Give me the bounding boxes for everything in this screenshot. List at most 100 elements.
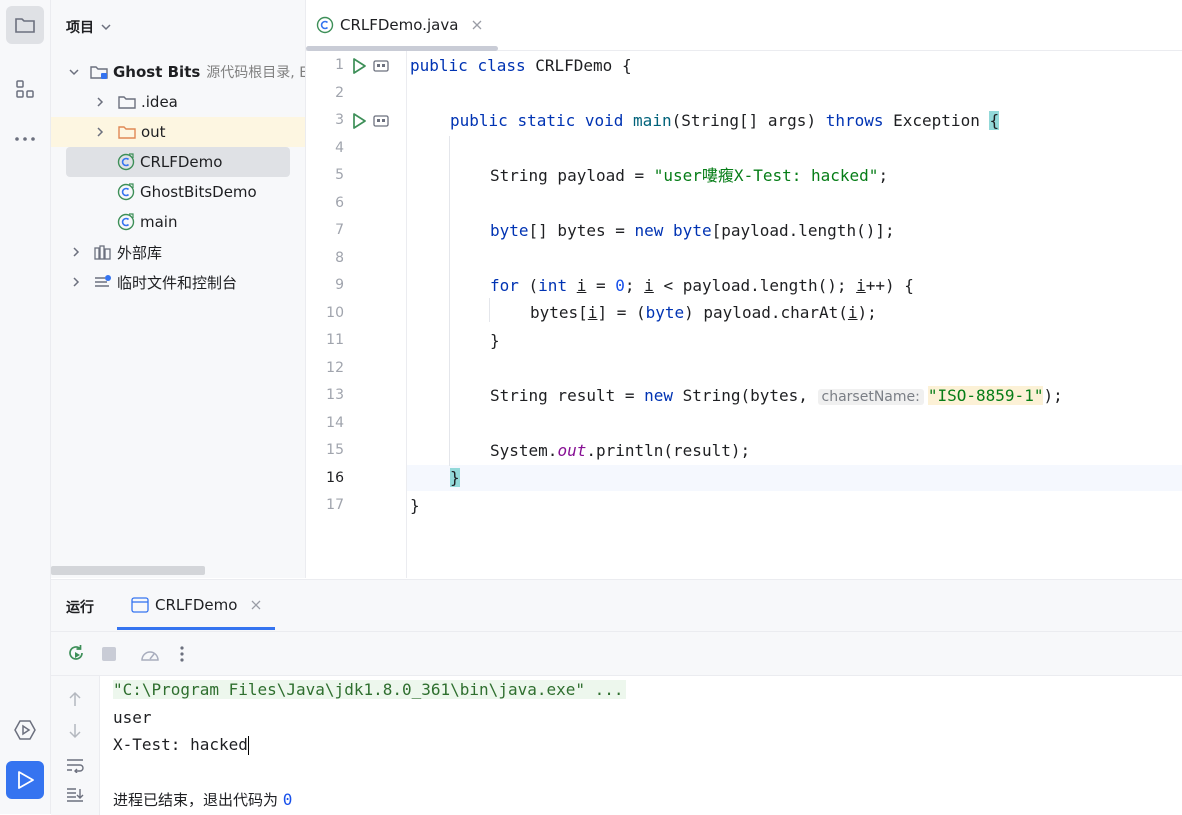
run-tab-crlfdemo[interactable]: CRLFDemo [131,596,261,614]
code-token: i [847,303,858,322]
code-token: [] bytes = [528,221,635,240]
code-line-5[interactable]: String payload = "user嘍癁X-Test: hacked"; [490,165,888,187]
run-icon [18,771,34,789]
chevron-right-icon[interactable] [68,244,84,260]
line-number: 17 [326,497,344,513]
structure-tool-button[interactable] [6,70,44,108]
profiler-button[interactable] [139,643,161,665]
code-line-9[interactable]: for (int i = 0; i < payload.length(); i+… [490,275,914,297]
console-line: X-Test: hacked [113,733,249,757]
folder-icon [118,93,136,111]
tree-item-label: out [141,123,166,141]
rerun-button[interactable] [65,643,87,665]
code-line-17[interactable]: } [410,495,420,517]
method-gutter-icon[interactable] [373,114,389,128]
editor-gutter: 1 2 3 4 5 6 7 8 9 10 11 12 13 14 15 16 1… [306,51,406,578]
code-token: bytes[ [530,303,588,322]
code-token: = [586,276,616,295]
project-header[interactable]: 项目 [66,17,112,37]
java-class-icon [117,213,135,231]
services-tool-button[interactable] [6,711,44,749]
scroll-down-button[interactable] [64,720,86,742]
line-number: 6 [335,195,344,211]
code-line-7[interactable]: byte[] bytes = new byte[payload.length()… [490,220,895,242]
run-tab-underline [117,627,275,630]
code-token: public [450,111,508,130]
code-token: class [477,56,526,75]
line-number-current: 16 [326,470,344,486]
tree-item-ghostbitsdemo[interactable]: GhostBitsDemo [51,177,305,207]
tree-item-out[interactable]: out [51,117,305,147]
code-token: for [490,276,519,295]
chevron-right-icon[interactable] [92,94,108,110]
tree-item-label: main [140,213,178,231]
code-line-10[interactable]: bytes[i] = (byte) payload.charAt(i); [530,302,877,324]
code-token: "user嘍癁X-Test: hacked" [653,166,879,185]
console-line-exit: 进程已结束，退出代码为 0 [113,788,292,812]
tree-item-scratches[interactable]: 临时文件和控制台 [51,267,305,297]
close-icon[interactable] [472,20,482,30]
tree-item-label: Ghost Bits [113,63,201,81]
line-number: 11 [326,332,344,348]
code-token: ) payload.charAt( [684,303,848,322]
line-number: 8 [335,250,344,266]
code-token: new [644,386,674,405]
gutter-actions-line-1 [351,57,389,75]
editor-tab-crlfdemo[interactable]: CRLFDemo.java [316,8,482,42]
editor: CRLFDemo.java 1 2 3 4 5 6 7 8 9 10 11 12… [306,0,1182,578]
more-actions-button[interactable] [171,643,193,665]
tree-item-label: 外部库 [117,243,163,262]
tree-item-ghost-bits[interactable]: Ghost Bits 源代码根目录, E [51,57,305,87]
scratch-icon [94,273,112,291]
line-number: 10 [326,305,344,321]
code-token: public [410,56,468,75]
code-token: ] = ( [597,303,646,322]
code-token: ); [857,303,877,322]
chevron-right-icon[interactable] [68,274,84,290]
tree-item-label: .idea [141,93,178,111]
code-token: byte [490,221,529,240]
more-tools-button[interactable] [6,120,44,158]
project-tool-button[interactable] [6,6,44,44]
code-line-11[interactable]: } [490,330,500,352]
soft-wrap-button[interactable] [64,754,86,776]
gutter-actions-line-3 [351,112,389,130]
chevron-right-icon[interactable] [92,124,108,140]
tree-item-idea[interactable]: .idea [51,87,305,117]
code-token: < payload.length(); [653,276,857,295]
close-icon[interactable] [251,600,261,610]
code-line-3[interactable]: public static void main(String[] args) t… [450,110,1000,132]
indent-guide [449,136,450,466]
code-line-16[interactable]: } [450,467,460,489]
code-token: byte [645,303,685,322]
code-token: .println(result); [586,441,751,460]
line-number: 3 [335,112,344,128]
line-number: 9 [335,277,344,293]
code-token: ); [1043,386,1063,405]
code-token: ++) { [865,276,914,295]
line-number: 12 [326,360,344,376]
tree-item-main[interactable]: main [51,207,305,237]
scroll-up-button[interactable] [64,688,86,710]
rerun-icon [69,645,83,660]
code-line-1[interactable]: public class CRLFDemo { [410,55,632,77]
code-token: 0 [615,276,625,295]
line-number: 1 [335,57,344,73]
tree-item-external-libraries[interactable]: 外部库 [51,237,305,267]
chevron-down-icon[interactable] [68,64,80,80]
run-toolbar [51,632,1182,676]
tree-item-crlfdemo[interactable]: CRLFDemo [51,147,305,177]
code-line-15[interactable]: System.out.println(result); [490,440,750,462]
stop-button[interactable] [98,643,120,665]
run-gutter-icon[interactable] [351,57,367,75]
scroll-to-end-button[interactable] [64,784,86,806]
module-folder-icon [90,63,108,81]
code-token: main [633,111,672,130]
console-text: X-Test: hacked [113,735,248,754]
run-tool-button[interactable] [6,761,44,799]
method-gutter-icon[interactable] [373,59,389,73]
run-gutter-icon[interactable] [351,112,367,130]
code-line-13[interactable]: String result = new String(bytes, charse… [490,385,1063,407]
project-horizontal-scrollbar[interactable] [51,566,205,575]
code-token: int [538,276,568,295]
